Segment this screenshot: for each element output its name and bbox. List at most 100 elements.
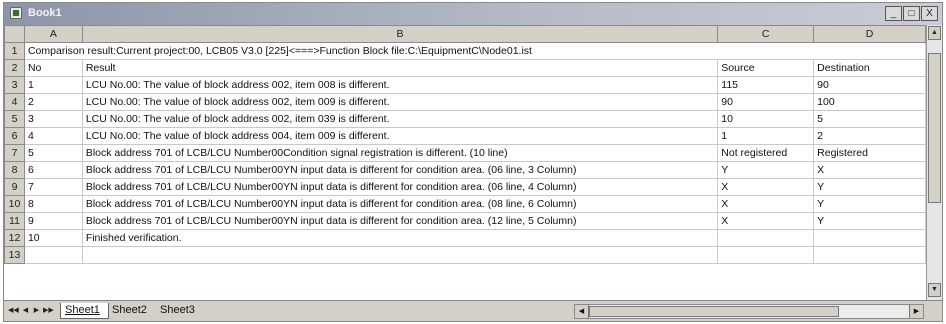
minimize-button[interactable]: _ [885,6,902,21]
cell-d[interactable]: 2 [813,127,926,145]
table-row: 5 3 LCU No.00: The value of block address … [4,110,926,128]
row-header[interactable]: 10 [4,195,25,213]
table-row: 12 10 Finished verification. [4,229,926,247]
table-row: 4 2 LCU No.00: The value of block address … [4,93,926,111]
cell-c[interactable]: X [717,212,815,230]
cell-b[interactable]: LCU No.00: The value of block address 00… [81,76,719,94]
cell-a[interactable]: 8 [23,195,83,213]
row-header[interactable]: 8 [4,161,25,179]
first-sheet-icon[interactable]: ◀◀ [8,305,19,317]
cell-b[interactable]: Block address 701 of LCB/LCU Number00YN … [81,195,719,213]
cell-c[interactable] [717,229,815,247]
cell-b[interactable]: LCU No.00: The value of block address 00… [81,93,719,111]
table-row: 3 1 LCU No.00: The value of block address … [4,76,926,94]
scroll-right-arrow-icon[interactable]: ▶ [909,305,923,318]
cell-b[interactable]: Block address 701 of LCB/LCU Number00YN … [81,161,719,179]
row-header[interactable]: 6 [4,127,25,145]
cell-a[interactable]: 3 [23,110,83,128]
cell-d[interactable]: Y [813,195,926,213]
cell-a[interactable]: 10 [23,229,83,247]
cell-c[interactable]: X [717,195,815,213]
last-sheet-icon[interactable]: ▶▶ [43,305,54,317]
sheet-tab-bar: ◀◀ ◀ ▶ ▶▶ Sheet1 Sheet2 Sheet3 ◀ ▶ [4,300,942,321]
table-row: 6 4 LCU No.00: The value of block address … [4,127,926,145]
cell-d[interactable]: 90 [813,76,926,94]
cell-b[interactable]: LCU No.00: The value of block address 00… [81,127,719,145]
cell-d[interactable]: Y [813,212,926,230]
vertical-scrollbar[interactable]: ▲ ▼ [926,25,942,300]
cell-b[interactable]: Block address 701 of LCB/LCU Number00YN … [81,212,719,230]
column-header-a[interactable]: A [23,25,83,43]
column-header-b[interactable]: B [81,25,719,43]
row-header[interactable]: 12 [4,229,25,247]
cell-c[interactable]: 10 [717,110,815,128]
horizontal-scroll-thumb[interactable] [589,306,839,317]
window-title: Book1 [28,7,62,19]
close-button[interactable]: X [921,6,938,21]
cell-d[interactable] [813,229,926,247]
row-header[interactable]: 4 [4,93,25,111]
cell-c[interactable]: Not registered [717,144,815,162]
cell-a[interactable]: 6 [23,161,83,179]
row-header[interactable]: 3 [4,76,25,94]
spreadsheet-grid: A B C D 1 Comparison result:Current proje… [4,25,926,300]
cell-d[interactable] [813,246,926,264]
cell-a[interactable]: 2 [23,93,83,111]
column-header-d[interactable]: D [813,25,926,43]
table-row: 1 Comparison result:Current project:00, L… [4,42,926,60]
cell-d[interactable]: Registered [813,144,926,162]
cell-c[interactable]: Y [717,161,815,179]
cell-c[interactable] [717,246,815,264]
next-sheet-icon[interactable]: ▶ [32,305,41,317]
cell-a[interactable]: 7 [23,178,83,196]
cell-a[interactable]: 9 [23,212,83,230]
row-header[interactable]: 7 [4,144,25,162]
tab-sheet2[interactable]: Sheet2 [108,303,155,318]
vertical-scroll-thumb[interactable] [928,53,941,203]
cell-a[interactable]: 4 [23,127,83,145]
scroll-up-arrow-icon[interactable]: ▲ [928,26,941,40]
cell-a[interactable]: 5 [23,144,83,162]
column-header-c[interactable]: C [717,25,815,43]
cell-d[interactable]: 5 [813,110,926,128]
cell-b[interactable]: Result [81,59,719,77]
restore-button[interactable]: □ [903,6,920,21]
table-row: 10 8 Block address 701 of LCB/LCU Number00… [4,195,926,213]
title-bar[interactable]: Book1 _ □ X [4,3,942,25]
row-header[interactable]: 2 [4,59,25,77]
cell-b[interactable]: Block address 701 of LCB/LCU Number00YN … [81,178,719,196]
scroll-left-arrow-icon[interactable]: ◀ [575,305,589,318]
cell-a[interactable]: 1 [23,76,83,94]
prev-sheet-icon[interactable]: ◀ [21,305,30,317]
table-row: 11 9 Block address 701 of LCB/LCU Number00… [4,212,926,230]
tab-sheet3[interactable]: Sheet3 [156,303,203,318]
cell-d[interactable]: 100 [813,93,926,111]
cell-d[interactable]: X [813,161,926,179]
cell-c[interactable]: Source [717,59,815,77]
row-header[interactable]: 11 [4,212,25,230]
cell-c[interactable]: X [717,178,815,196]
row-header[interactable]: 9 [4,178,25,196]
cell-b[interactable]: LCU No.00: The value of block address 00… [81,110,719,128]
cell-c[interactable]: 115 [717,76,815,94]
tab-sheet1[interactable]: Sheet1 [60,303,109,319]
cell-c[interactable]: 90 [717,93,815,111]
row-header[interactable]: 5 [4,110,25,128]
horizontal-scrollbar[interactable]: ◀ ▶ [574,304,924,319]
cell-b[interactable] [81,246,719,264]
cell-d[interactable]: Destination [813,59,926,77]
cell-a[interactable]: No [23,59,83,77]
cell-a[interactable]: Comparison result:Current project:00, LC… [23,42,926,60]
cell-d[interactable]: Y [813,178,926,196]
cell-b[interactable]: Block address 701 of LCB/LCU Number00Con… [81,144,719,162]
workbook-window: Book1 _ □ X A B C D 1 Comparison result:C… [3,2,943,322]
row-header[interactable]: 1 [4,42,25,60]
scroll-down-arrow-icon[interactable]: ▼ [928,283,941,297]
cell-b[interactable]: Finished verification. [81,229,719,247]
cell-a[interactable] [23,246,83,264]
table-row: 8 6 Block address 701 of LCB/LCU Number00Y… [4,161,926,179]
row-header[interactable]: 13 [4,246,25,264]
cell-c[interactable]: 1 [717,127,815,145]
select-all-corner[interactable] [4,25,25,43]
table-row: 2 No Result Source Destination [4,59,926,77]
